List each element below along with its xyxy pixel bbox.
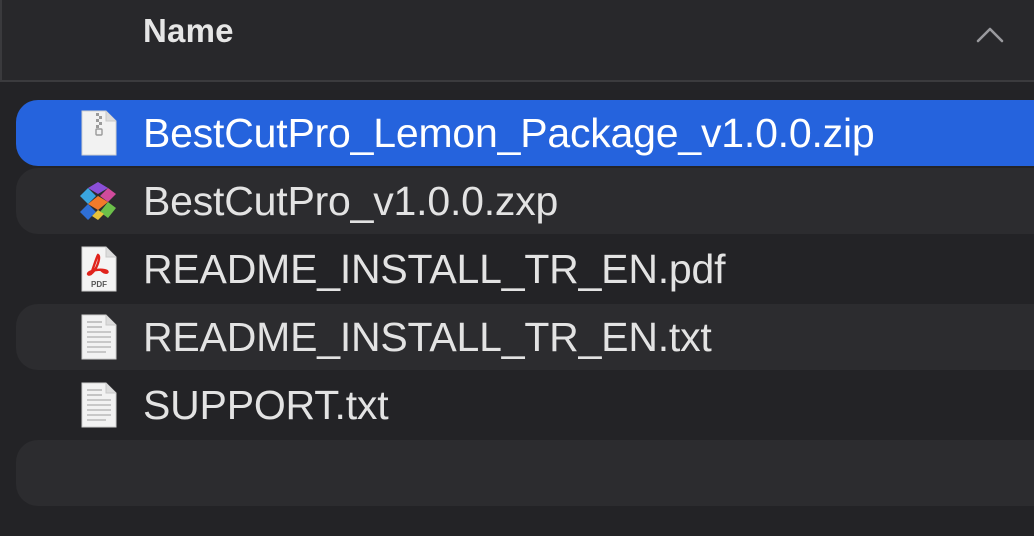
file-row-readme-txt[interactable]: README_INSTALL_TR_EN.txt: [16, 304, 1034, 370]
header-divider: [0, 0, 2, 80]
pdf-file-icon: PDF: [81, 246, 117, 292]
list-header: Name: [0, 0, 1034, 82]
file-row-zip[interactable]: BestCutPro_Lemon_Package_v1.0.0.zip: [16, 100, 1034, 166]
file-name: BestCutPro_Lemon_Package_v1.0.0.zip: [143, 110, 875, 156]
file-row-support-txt[interactable]: SUPPORT.txt: [16, 372, 1034, 438]
file-row-pdf[interactable]: PDF README_INSTALL_TR_EN.pdf: [16, 236, 1034, 302]
file-name: SUPPORT.txt: [143, 382, 389, 428]
file-name: README_INSTALL_TR_EN.pdf: [143, 246, 726, 292]
file-row-zxp[interactable]: BestCutPro_v1.0.0.zxp: [16, 168, 1034, 234]
file-list: BestCutPro_Lemon_Package_v1.0.0.zip Best…: [0, 82, 1034, 536]
zip-file-icon: [81, 110, 117, 156]
pdf-label: PDF: [91, 280, 107, 289]
chevron-up-icon[interactable]: [974, 22, 1006, 46]
file-name: BestCutPro_v1.0.0.zxp: [143, 178, 559, 224]
name-column-header[interactable]: Name: [143, 12, 234, 50]
finder-file-list-window: Name BestCutPro_Lemon_Package_v1.0.0.zip: [0, 0, 1034, 536]
text-file-icon: [81, 382, 117, 428]
file-name: README_INSTALL_TR_EN.txt: [143, 314, 712, 360]
zxp-extension-icon: [80, 182, 116, 220]
empty-row: [16, 440, 1034, 506]
text-file-icon: [81, 314, 117, 360]
